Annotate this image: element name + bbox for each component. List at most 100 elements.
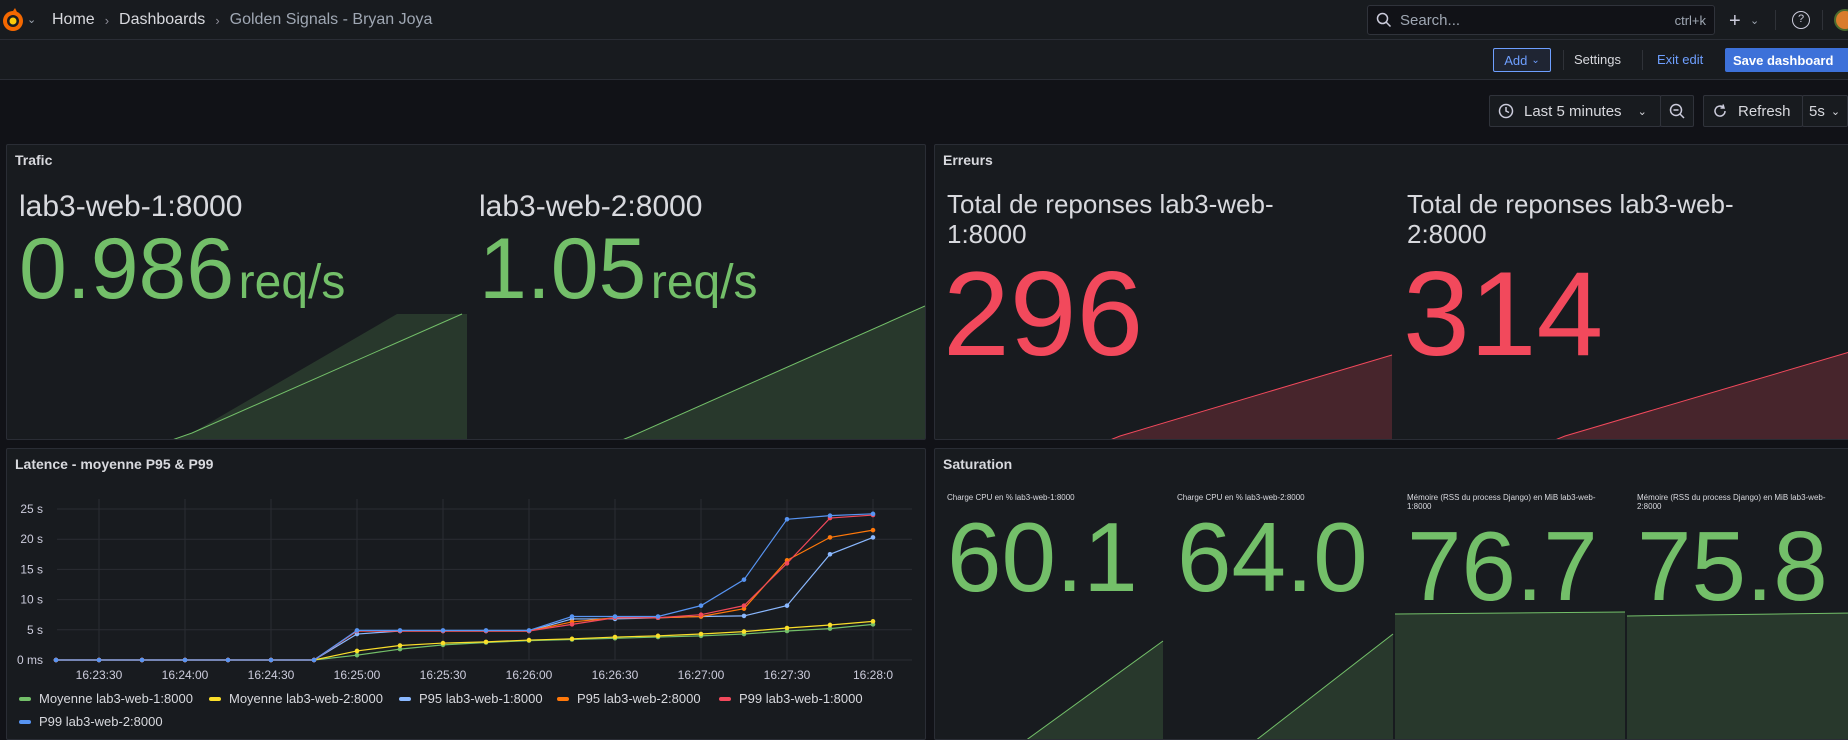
legend-swatch bbox=[719, 696, 731, 701]
legend-item[interactable]: P95 lab3-web-2:8000 bbox=[557, 691, 701, 706]
series-line bbox=[56, 529, 874, 661]
legend-item[interactable]: P99 lab3-web-2:8000 bbox=[19, 714, 163, 729]
data-point bbox=[698, 603, 704, 608]
legend-label: P95 lab3-web-1:8000 bbox=[419, 691, 543, 706]
x-tick-label: 16:27:30 bbox=[764, 668, 811, 682]
panel-saturation[interactable]: Saturation Charge CPU en % lab3-web-1:80… bbox=[934, 448, 1848, 740]
data-point bbox=[827, 513, 833, 518]
x-tick-label: 16:26:30 bbox=[592, 668, 639, 682]
clock-icon bbox=[1498, 103, 1514, 119]
time-range-picker[interactable]: Last 5 minutes ⌄ bbox=[1489, 95, 1661, 127]
data-point bbox=[870, 527, 876, 533]
data-point bbox=[741, 577, 747, 582]
panel-trafic[interactable]: Trafic lab3-web-1:8000 0.986 req/s lab3-… bbox=[6, 144, 926, 440]
x-tick-label: 16:27:00 bbox=[678, 668, 725, 682]
stat-label: 2:8000 bbox=[1407, 219, 1487, 249]
stat-label: 1:8000 bbox=[1407, 502, 1432, 511]
data-point bbox=[139, 657, 145, 663]
breadcrumb: Home › Dashboards › Golden Signals - Bry… bbox=[52, 11, 432, 29]
data-point bbox=[397, 628, 403, 633]
x-tick-label: 16:25:30 bbox=[420, 668, 467, 682]
legend-item[interactable]: Moyenne lab3-web-1:8000 bbox=[19, 691, 193, 706]
plus-icon[interactable]: + bbox=[1729, 10, 1741, 33]
refresh-icon bbox=[1714, 104, 1726, 117]
stat-label: Charge CPU en % lab3-web-1:8000 bbox=[947, 493, 1075, 502]
chevron-right-icon: › bbox=[104, 12, 110, 28]
refresh-interval-picker[interactable]: 5s ⌄ bbox=[1802, 95, 1848, 127]
chevron-down-icon: ⌄ bbox=[1531, 54, 1540, 66]
save-dashboard-button[interactable]: Save dashboard bbox=[1725, 48, 1848, 72]
time-range-label: Last 5 minutes bbox=[1524, 102, 1622, 120]
stat-unit: req/s bbox=[650, 256, 758, 309]
settings-button[interactable]: Settings bbox=[1574, 52, 1621, 67]
chevron-down-icon[interactable]: ⌄ bbox=[1750, 14, 1759, 27]
data-point bbox=[741, 629, 747, 634]
stat-value: 314 bbox=[1403, 247, 1604, 381]
data-point bbox=[870, 619, 876, 624]
stat-value: 1.05 bbox=[479, 221, 647, 317]
data-point bbox=[526, 637, 532, 643]
data-point bbox=[483, 628, 489, 633]
add-button[interactable]: Add ⌄ bbox=[1493, 48, 1551, 72]
grafana-logo-icon[interactable] bbox=[0, 8, 26, 34]
help-icon[interactable]: ? bbox=[1792, 11, 1810, 29]
y-tick-label: 5 s bbox=[27, 623, 43, 637]
x-tick-label: 16:24:30 bbox=[248, 668, 295, 682]
stat-value: 64.0 bbox=[1177, 502, 1368, 612]
stat-label: Mémoire (RSS du process Django) en MiB l… bbox=[1407, 493, 1596, 502]
data-point bbox=[354, 652, 360, 658]
legend-label: P99 lab3-web-2:8000 bbox=[39, 714, 163, 729]
data-point bbox=[784, 603, 790, 608]
legend-item[interactable]: P99 lab3-web-1:8000 bbox=[719, 691, 863, 706]
zoom-out-button[interactable] bbox=[1660, 95, 1694, 127]
refresh-button[interactable]: Refresh bbox=[1703, 95, 1803, 127]
stat-value: 60.1 bbox=[947, 502, 1138, 612]
series-line bbox=[56, 620, 874, 661]
series-line bbox=[56, 514, 874, 661]
data-point bbox=[96, 657, 102, 663]
stat-label: 1:8000 bbox=[947, 219, 1027, 249]
search-shortcut: ctrl+k bbox=[1674, 12, 1706, 28]
refresh-label: Refresh bbox=[1738, 102, 1791, 120]
y-tick-label: 20 s bbox=[20, 532, 43, 546]
x-tick-label: 16:23:30 bbox=[76, 668, 123, 682]
data-point bbox=[698, 612, 704, 617]
legend-swatch bbox=[209, 696, 221, 701]
stat-cpu-web1: Charge CPU en % lab3-web-1:8000 60.1 bbox=[947, 493, 1163, 612]
exit-edit-button[interactable]: Exit edit bbox=[1657, 52, 1703, 67]
legend-swatch bbox=[19, 696, 31, 701]
data-point bbox=[526, 628, 532, 633]
data-point bbox=[354, 648, 360, 654]
dashboard-toolbar bbox=[0, 40, 1848, 80]
breadcrumb-home[interactable]: Home bbox=[52, 11, 95, 29]
legend-swatch bbox=[399, 696, 411, 701]
data-point bbox=[784, 561, 790, 566]
data-point bbox=[53, 657, 59, 663]
legend-swatch bbox=[557, 696, 569, 701]
data-point bbox=[827, 552, 833, 557]
search-input[interactable]: Search... ctrl+k bbox=[1367, 5, 1715, 35]
stat-mem-web1: Mémoire (RSS du process Django) en MiB l… bbox=[1407, 493, 1623, 621]
x-tick-label: 16:25:00 bbox=[334, 668, 381, 682]
legend-label: Moyenne lab3-web-1:8000 bbox=[39, 691, 193, 706]
data-point bbox=[354, 628, 360, 633]
data-point bbox=[784, 516, 790, 522]
panel-erreurs[interactable]: Erreurs Total de reponses lab3-web- 1:80… bbox=[934, 144, 1848, 440]
legend-item[interactable]: Moyenne lab3-web-2:8000 bbox=[209, 691, 383, 706]
data-point bbox=[569, 614, 575, 619]
breadcrumb-current: Golden Signals - Bryan Joya bbox=[229, 11, 433, 28]
data-point bbox=[483, 639, 489, 645]
chevron-down-icon[interactable]: ⌄ bbox=[27, 13, 36, 26]
data-point bbox=[440, 640, 446, 646]
zoom-out-icon bbox=[1669, 103, 1685, 119]
stat-mem-web2: Mémoire (RSS du process Django) en MiB l… bbox=[1637, 493, 1848, 621]
chevron-down-icon: ⌄ bbox=[1637, 105, 1647, 118]
save-dashboard-label: Save dashboard bbox=[1733, 52, 1834, 68]
panel-latence[interactable]: Latence - moyenne P95 & P99 0 ms 5 s 10 s1… bbox=[6, 448, 926, 740]
stat-label: lab3-web-2:8000 bbox=[479, 190, 703, 223]
stat-label: Total de reponses lab3-web- bbox=[1407, 189, 1734, 219]
data-point bbox=[569, 636, 575, 642]
breadcrumb-dashboards[interactable]: Dashboards bbox=[119, 11, 205, 29]
stat-value: 0.986 bbox=[19, 221, 235, 317]
legend-item[interactable]: P95 lab3-web-1:8000 bbox=[399, 691, 543, 706]
